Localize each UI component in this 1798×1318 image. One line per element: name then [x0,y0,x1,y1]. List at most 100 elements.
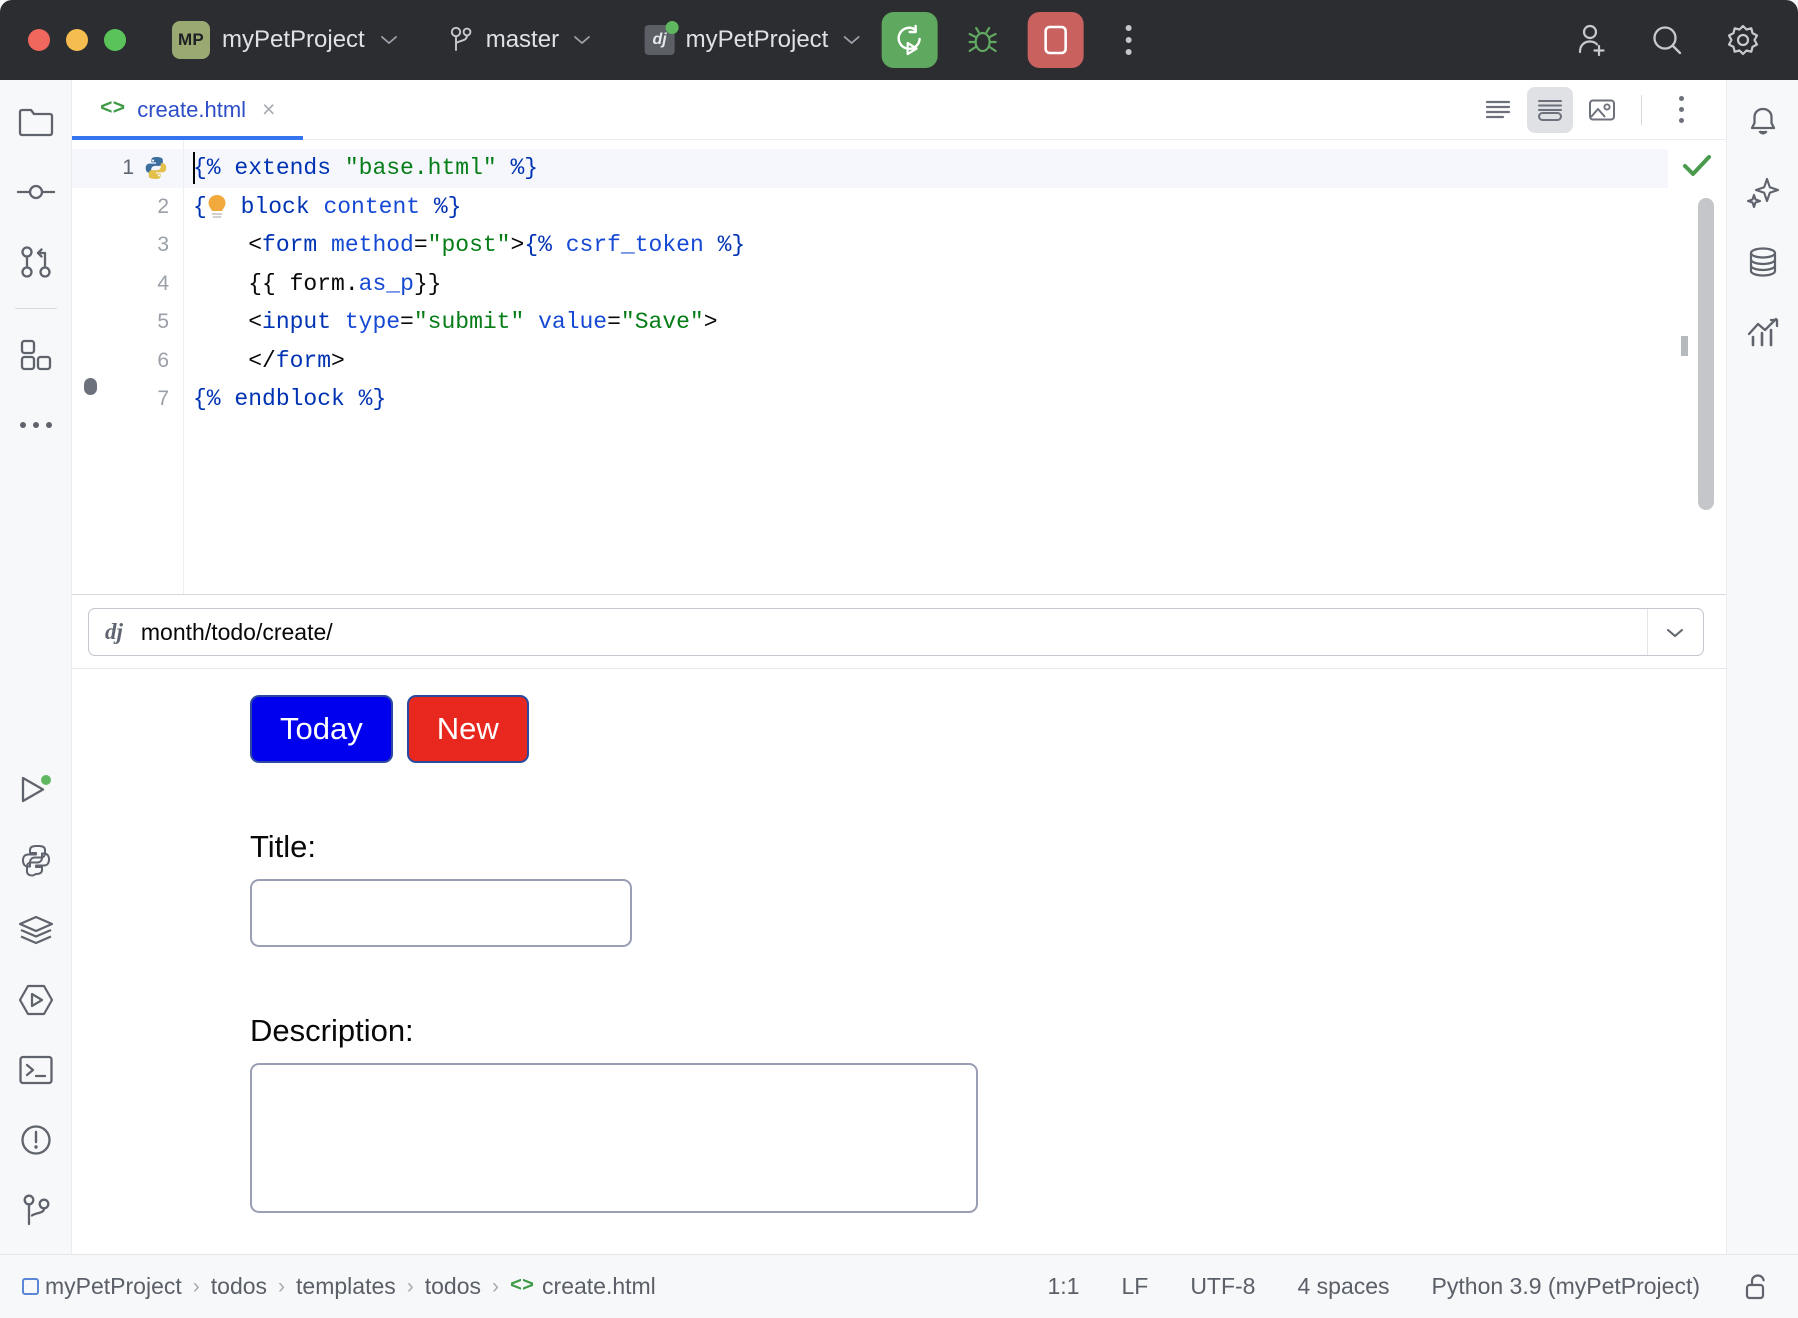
gutter-line-2: 2 [72,188,183,227]
editor-options-menu-button[interactable] [1658,87,1704,133]
file-encoding[interactable]: UTF-8 [1190,1273,1255,1300]
code-token: = [413,232,428,258]
caret-position[interactable]: 1:1 [1047,1273,1079,1300]
sidebar-item-python-console[interactable] [8,832,64,888]
editor-scrollbar[interactable] [1698,198,1714,510]
django-icon: dj [644,21,679,55]
sidebar-item-run[interactable] [8,762,64,818]
editor-right-gutter [1668,140,1726,594]
code-token: block [226,193,324,220]
settings-button[interactable] [1718,15,1768,65]
code-line[interactable]: <form method="post">{% csrf_token %} [184,226,1668,265]
more-run-actions-button[interactable] [1103,15,1153,65]
preview-only-view-button[interactable] [1579,87,1625,133]
url-input[interactable]: month/todo/create/ [141,619,1647,646]
sidebar-item-project[interactable] [8,94,64,150]
gutter-line-4: 4 [72,265,183,304]
toolbar-divider [1641,94,1642,125]
python-interpreter[interactable]: Python 3.9 (myPetProject) [1432,1273,1700,1300]
breadcrumb-item[interactable]: myPetProject [22,1273,182,1300]
editor-only-view-button[interactable] [1475,87,1521,133]
more-vertical-icon [1125,25,1132,55]
sidebar-item-ai-assistant[interactable] [1735,164,1791,220]
code-line[interactable]: {% endblock %} [184,380,1668,419]
title-bar: MP myPetProject master dj myPetProject [0,0,1798,80]
tab-create-html[interactable]: <> create.html × [72,80,304,140]
title-field-label: Title: [250,829,317,864]
editor-gutter[interactable]: 1 2 3 4 5 6 7 [72,140,184,594]
code-line[interactable]: <input type="submit" value="Save"> [184,303,1668,342]
invite-button[interactable] [1566,15,1616,65]
code-token: "base.html" [344,155,497,181]
gutter-line-3: 3 [72,226,183,265]
breadcrumb-item[interactable]: <> create.html [510,1273,656,1300]
close-window-button[interactable] [28,29,50,51]
code-editor[interactable]: 1 2 3 4 5 6 7 {% extends "base.html" %} … [72,140,1726,595]
sidebar-item-version-control[interactable] [8,1182,64,1238]
rerun-button[interactable] [881,12,938,68]
sidebar-item-run-anything[interactable] [8,972,64,1028]
sidebar-item-notifications[interactable] [1735,94,1791,150]
url-history-dropdown-button[interactable] [1647,609,1701,655]
breadcrumb-item[interactable]: templates [296,1273,396,1300]
editor-and-preview-view-button[interactable] [1527,86,1573,133]
project-badge: MP [172,21,210,59]
breadcrumb-separator: › [492,1274,500,1298]
sidebar-item-database[interactable] [1735,234,1791,290]
stop-button[interactable] [1027,12,1084,68]
breadcrumb-item[interactable]: todos [425,1273,481,1300]
pycharm-window: MP myPetProject master dj myPetProject <… [0,0,1798,1318]
sidebar-item-pull-requests[interactable] [8,234,64,290]
sidebar-item-more[interactable] [8,397,64,453]
sidebar-item-profiler[interactable] [1735,304,1791,360]
code-token: content [323,193,421,220]
sidebar-item-plugins[interactable] [8,327,64,383]
code-token: %} [496,155,539,181]
code-token: "Save" [620,309,704,335]
description-textarea[interactable] [250,1063,978,1213]
lines-icon [1485,99,1511,121]
title-input[interactable] [250,879,632,947]
code-token: {% [193,155,235,181]
line-number: 3 [157,233,169,257]
sidebar-item-terminal[interactable] [8,1042,64,1098]
run-configuration-label: myPetProject [685,26,829,53]
code-line[interactable]: </form> [184,342,1668,381]
chevron-down-icon [379,34,399,46]
project-selector[interactable]: MP myPetProject [172,21,399,59]
description-field-label: Description: [250,1013,414,1048]
maximize-window-button[interactable] [104,29,126,51]
breakpoint-dot-icon[interactable] [84,378,97,395]
rendered-page: Today New Title: Description: [72,668,1726,1254]
preview-url-bar[interactable]: dj month/todo/create/ [88,608,1704,656]
breadcrumb-item[interactable]: todos [211,1273,267,1300]
code-content[interactable]: {% extends "base.html" %}{ block content… [184,140,1668,594]
sidebar-item-services[interactable] [8,902,64,958]
run-configuration-selector[interactable]: dj myPetProject [644,21,862,55]
today-button[interactable]: Today [250,695,393,763]
intention-bulb-icon[interactable] [205,193,229,219]
unlocked-icon[interactable] [1742,1272,1772,1302]
code-line[interactable]: { block content %} [184,188,1668,227]
sidebar-item-commit[interactable] [8,164,64,220]
close-icon[interactable]: × [258,96,279,123]
code-line[interactable]: {{ form.as_p}} [184,265,1668,304]
python-icon[interactable] [143,155,169,181]
inspection-status-badge[interactable] [1668,140,1726,192]
minimize-window-button[interactable] [66,29,88,51]
line-separator[interactable]: LF [1121,1273,1148,1300]
indent-setting[interactable]: 4 spaces [1297,1273,1389,1300]
code-token: %} [703,232,746,258]
code-token: . [344,270,359,297]
new-button[interactable]: New [406,695,529,763]
code-line[interactable]: {% extends "base.html" %} [184,149,1668,188]
search-everywhere-button[interactable] [1642,15,1692,65]
breadcrumb-label: templates [296,1273,396,1299]
titlebar-actions [1566,15,1798,65]
code-token: {{ [193,270,290,297]
code-token: = [607,309,621,335]
sidebar-item-problems[interactable] [8,1112,64,1168]
debug-button[interactable] [957,15,1007,65]
html-tag-icon: <> [510,1275,535,1298]
branch-selector[interactable]: master [449,25,592,55]
